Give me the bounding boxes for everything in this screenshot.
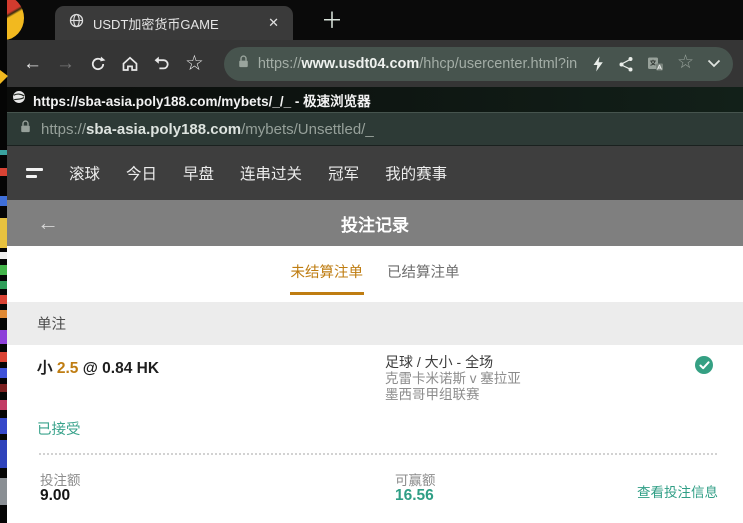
back-arrow-icon[interactable]: ← [37,212,59,234]
tab-settled[interactable]: 已结算注单 [386,255,461,292]
lightning-icon[interactable] [591,56,605,72]
match-name: 克雷卡米诺斯 v 塞拉亚 [385,371,521,388]
strip-fragment [0,218,7,248]
background-fragment [0,70,8,84]
strip-fragment [0,478,7,505]
strip-fragment [0,168,7,176]
inner-url-text: https://sba-asia.poly188.com/mybets/Unse… [41,121,374,138]
url-scheme: https:// [258,56,302,72]
view-bet-details-link[interactable]: 查看投注信息 [637,481,718,501]
nav-item-my-events[interactable]: 我的赛事 [385,162,447,184]
new-tab-icon[interactable]: ＋ [321,3,343,35]
strip-fragment [0,281,7,289]
inner-window-titlebar: https://sba-asia.poly188.com/mybets/_/_ … [7,87,743,112]
menu-icon[interactable] [26,168,43,178]
bet-card: 小 2.5 @ 0.84 HK 足球 / 大小 - 全场 克雷卡米诺斯 v 塞拉… [7,345,743,523]
browser-tab-bar: USDT加密货币GAME ✕ ＋ [7,0,743,40]
nav-item-early[interactable]: 早盘 [183,162,214,184]
url-path: /hhcp/usercenter.html?iniTy... [419,56,578,72]
inner-url-bar[interactable]: https://sba-asia.poly188.com/mybets/Unse… [7,112,743,146]
accepted-check-icon [695,356,713,374]
nav-item-today[interactable]: 今日 [126,162,157,184]
back-icon[interactable]: ← [23,54,42,73]
league-name: 墨西哥甲组联赛 [385,387,521,404]
strip-fragment [0,310,7,318]
strip-fragment [0,265,7,275]
selection: 小 [37,360,53,377]
strip-fragment [0,196,7,206]
stake-value: 9.00 [40,487,70,505]
strip-fragment [0,295,7,304]
globe-icon [12,90,26,109]
win-value: 16.56 [395,487,434,505]
chevron-down-icon[interactable] [707,59,721,68]
share-icon[interactable] [618,56,634,72]
inner-window-title: https://sba-asia.poly188.com/mybets/_/_ … [33,90,371,110]
lock-icon [19,119,32,139]
nav-item-live[interactable]: 滚球 [69,162,100,184]
odds-value: 0.84 [102,360,132,377]
forward-icon[interactable]: → [56,54,75,73]
globe-icon [69,13,84,33]
strip-fragment [0,440,7,468]
at-sign: @ [83,360,98,377]
browser-tab[interactable]: USDT加密货币GAME ✕ [55,6,293,40]
inner-url-scheme: https:// [41,121,86,138]
market-name: 足球 / 大小 - 全场 [385,354,521,371]
url-domain: www.usdt04.com [301,56,419,72]
bet-tabs: 未结算注单 已结算注单 [7,246,743,300]
strip-fragment [0,384,7,392]
strip-fragment [0,330,7,344]
bet-type-band: 单注 [7,300,743,345]
strip-fragment [0,368,7,378]
tab-title: USDT加密货币GAME [93,14,264,33]
tab-close-icon[interactable]: ✕ [264,15,283,31]
screen: USDT加密货币GAME ✕ ＋ ← → ☆ https://w [0,0,743,523]
page-header: ← 投注记录 [7,200,743,246]
strip-fragment [0,252,7,259]
bet-selection-line: 小 2.5 @ 0.84 HK [37,356,159,378]
dotted-divider [39,453,717,455]
browser-window: USDT加密货币GAME ✕ ＋ ← → ☆ https://w [7,0,743,523]
bookmark-star-icon[interactable]: ☆ [185,53,204,74]
translate-icon[interactable] [647,56,664,72]
browser-toolbar: ← → ☆ https://www.usdt04.com/hhcp/userce… [7,40,743,87]
win-label: 可赢额 [395,469,436,489]
strip-fragment [0,418,7,434]
strip-fragment [0,400,7,410]
odds-type: HK [137,360,159,377]
strip-fragment [0,150,7,155]
sport-nav-bar: 滚球 今日 早盘 连串过关 冠军 我的赛事 [7,146,743,200]
url-text: https://www.usdt04.com/hhcp/usercenter.h… [258,56,578,72]
undo-icon[interactable] [153,55,171,73]
nav-item-outright[interactable]: 冠军 [328,162,359,184]
strip-fragment [0,352,7,362]
reload-icon[interactable] [89,55,107,73]
page-title: 投注记录 [341,211,409,236]
home-icon[interactable] [121,55,139,73]
market-info: 足球 / 大小 - 全场 克雷卡米诺斯 v 塞拉亚 墨西哥甲组联赛 [385,354,521,404]
bet-status: 已接受 [37,418,81,439]
nav-item-parlay[interactable]: 连串过关 [240,162,302,184]
lock-icon [237,54,250,74]
favorite-star-icon[interactable]: ☆ [677,51,694,74]
tab-unsettled[interactable]: 未结算注单 [290,255,365,295]
inner-url-domain: sba-asia.poly188.com [86,121,241,138]
url-bar[interactable]: https://www.usdt04.com/hhcp/usercenter.h… [224,47,733,81]
stake-label: 投注额 [40,469,81,489]
inner-url-path: /mybets/Unsettled/_ [241,121,374,138]
handicap-value: 2.5 [57,360,79,377]
